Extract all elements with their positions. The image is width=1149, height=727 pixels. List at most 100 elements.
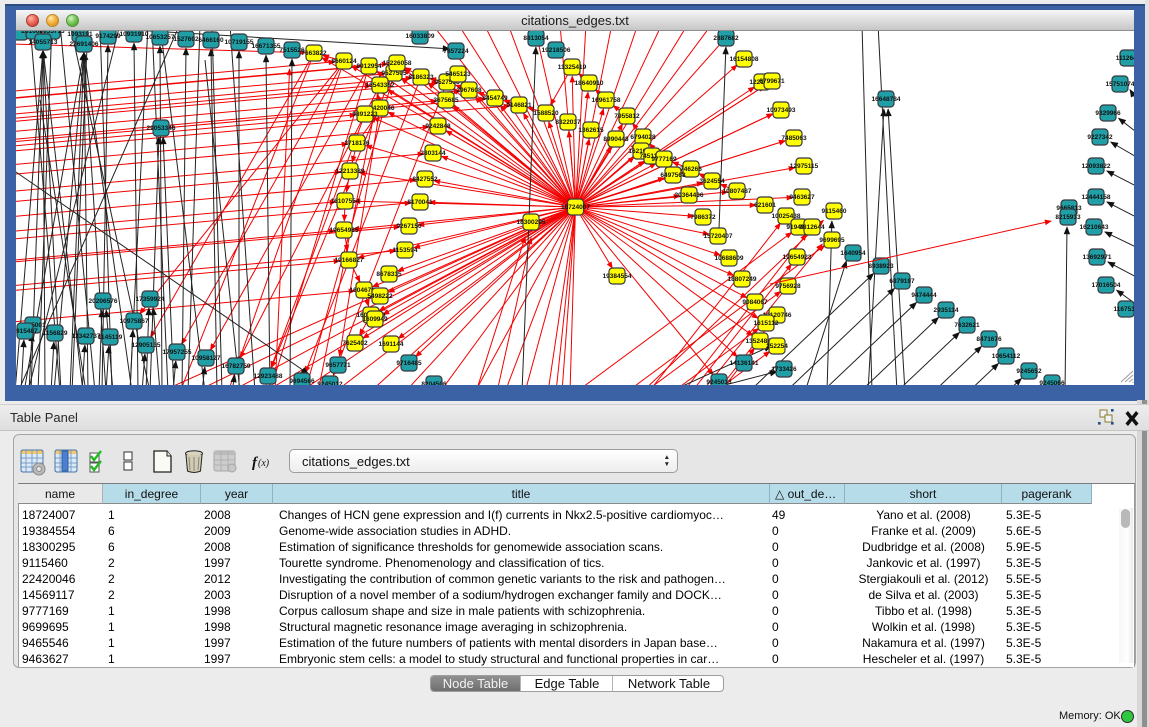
svg-text:9245012: 9245012	[317, 381, 343, 385]
svg-text:7485063: 7485063	[781, 135, 807, 142]
svg-text:12923488: 12923488	[254, 373, 283, 380]
svg-text:1145119: 1145119	[98, 334, 123, 341]
svg-text:8813054: 8813054	[523, 35, 549, 42]
svg-text:2803144: 2803144	[420, 150, 446, 157]
svg-text:10719155: 10719155	[225, 39, 254, 46]
svg-text:16154808: 16154808	[730, 56, 759, 63]
svg-text:9146821: 9146821	[506, 102, 532, 109]
svg-text:2967608: 2967608	[456, 87, 482, 94]
svg-text:18300295: 18300295	[517, 219, 546, 226]
svg-text:16961758: 16961758	[592, 97, 621, 104]
svg-text:19166827: 19166827	[335, 257, 364, 264]
svg-text:9084067: 9084067	[742, 299, 768, 306]
svg-text:9115460: 9115460	[822, 208, 847, 215]
svg-text:8170041: 8170041	[407, 199, 433, 206]
svg-text:1588520: 1588520	[533, 110, 559, 117]
svg-text:9174299: 9174299	[95, 33, 121, 40]
svg-text:16107554: 16107554	[331, 198, 360, 205]
svg-text:14136141: 14136141	[730, 360, 759, 367]
svg-text:8660124: 8660124	[331, 58, 357, 65]
svg-text:1640954: 1640954	[840, 250, 866, 257]
svg-text:9694566: 9694566	[289, 378, 315, 385]
svg-text:1609949: 1609949	[362, 316, 388, 323]
svg-text:17016504: 17016504	[1092, 282, 1121, 289]
svg-text:3915487: 3915487	[16, 328, 38, 335]
svg-text:9245033: 9245033	[706, 379, 732, 385]
svg-text:18724007: 18724007	[561, 204, 590, 211]
svg-text:12213389: 12213389	[336, 168, 365, 175]
svg-text:9812644: 9812644	[799, 224, 825, 231]
svg-text:29053346: 29053346	[147, 125, 176, 132]
svg-text:7663822: 7663822	[301, 50, 327, 57]
svg-text:15226058: 15226058	[383, 60, 412, 67]
svg-text:2935114: 2935114	[934, 307, 959, 314]
svg-text:19654923: 19654923	[783, 254, 812, 261]
svg-text:22691406: 22691406	[70, 41, 99, 48]
svg-text:16782759: 16782759	[222, 363, 251, 370]
svg-text:20364436: 20364436	[675, 192, 704, 199]
svg-text:10958127: 10958127	[192, 355, 221, 362]
svg-text:19654985: 19654985	[330, 227, 359, 234]
svg-text:10975867: 10975867	[120, 318, 149, 325]
svg-text:8938923: 8938923	[868, 263, 894, 270]
svg-text:7857224: 7857224	[443, 48, 469, 55]
svg-text:10653257: 10653257	[146, 34, 175, 41]
svg-text:16210643: 16210643	[1080, 224, 1109, 231]
svg-text:18640910: 18640910	[575, 80, 604, 87]
svg-text:12905135: 12905135	[132, 342, 161, 349]
svg-text:9245066: 9245066	[1039, 380, 1065, 385]
svg-text:5498222: 5498222	[367, 293, 393, 300]
svg-text:2887682: 2887682	[713, 35, 739, 42]
svg-text:2718176: 2718176	[344, 140, 370, 147]
svg-text:10973493: 10973493	[767, 107, 796, 114]
svg-text:1156829: 1156829	[43, 330, 68, 337]
svg-text:8990448: 8990448	[603, 136, 629, 143]
svg-text:8471676: 8471676	[976, 336, 1002, 343]
svg-text:621601: 621601	[754, 202, 776, 209]
svg-text:10688609: 10688609	[715, 255, 744, 262]
svg-text:8215933: 8215933	[1055, 214, 1081, 221]
svg-text:10807487: 10807487	[723, 188, 752, 195]
svg-text:13692971: 13692971	[1083, 254, 1112, 261]
svg-text:252254: 252254	[766, 343, 788, 350]
svg-text:9699695: 9699695	[819, 237, 845, 244]
svg-text:16671355: 16671355	[252, 43, 281, 50]
svg-text:8912954: 8912954	[356, 63, 382, 70]
svg-text:6794028: 6794028	[630, 134, 656, 141]
svg-text:6879197: 6879197	[889, 278, 915, 285]
svg-text:8204506: 8204506	[421, 381, 447, 385]
svg-text:1167533: 1167533	[1114, 306, 1134, 313]
svg-text:8454749: 8454749	[482, 95, 508, 102]
svg-text:7986372: 7986372	[690, 214, 716, 221]
svg-text:17957255: 17957255	[163, 349, 192, 356]
svg-text:12342737: 12342737	[72, 333, 101, 340]
svg-text:8186323: 8186323	[408, 74, 434, 81]
svg-text:9657771: 9657771	[325, 362, 351, 369]
svg-text:9227342: 9227342	[1087, 134, 1113, 141]
svg-text:7625402: 7625402	[342, 340, 368, 347]
svg-text:8322037: 8322037	[555, 119, 581, 126]
svg-text:1362615: 1362615	[578, 127, 604, 134]
svg-text:9716485: 9716485	[396, 360, 422, 367]
svg-text:9463627: 9463627	[789, 194, 815, 201]
svg-text:5465123: 5465123	[445, 71, 471, 78]
svg-text:9777169: 9777169	[651, 156, 677, 163]
svg-text:20206576: 20206576	[89, 298, 118, 305]
svg-text:1527602: 1527602	[173, 36, 199, 43]
svg-text:16648784: 16648784	[872, 96, 901, 103]
svg-text:3675685: 3675685	[433, 97, 459, 104]
svg-text:9756928: 9756928	[775, 283, 801, 290]
svg-text:3624554: 3624554	[699, 178, 725, 185]
svg-text:9245652: 9245652	[1016, 368, 1042, 375]
svg-text:8427552: 8427552	[412, 176, 438, 183]
svg-text:1733426: 1733426	[771, 366, 797, 373]
svg-text:15720407: 15720407	[704, 233, 733, 240]
svg-text:12093822: 12093822	[1082, 163, 1111, 170]
svg-text:16033809: 16033809	[406, 33, 435, 40]
svg-text:7955812: 7955812	[614, 113, 640, 120]
svg-text:19384554: 19384554	[603, 273, 632, 280]
svg-text:9474444: 9474444	[911, 292, 937, 299]
svg-text:12975115: 12975115	[790, 163, 819, 170]
svg-text:10931910: 10931910	[120, 31, 149, 38]
svg-text:1153594: 1153594	[393, 247, 418, 254]
